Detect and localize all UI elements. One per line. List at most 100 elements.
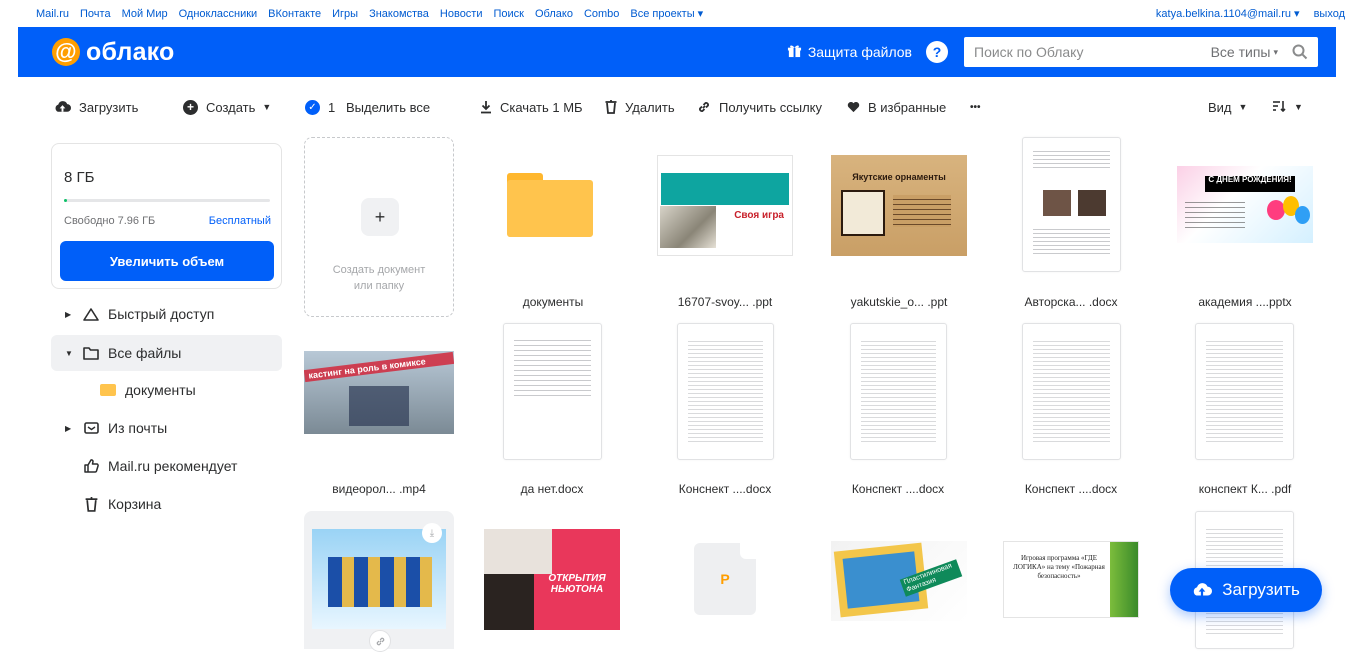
- more-actions-button[interactable]: •••: [970, 94, 981, 120]
- file-thumbnail[interactable]: Игровая программа «ГДЕ ЛОГИКА» на тему «…: [1003, 541, 1139, 618]
- portal-link-all-projects[interactable]: Все проекты ▾: [630, 7, 703, 20]
- file-name: yakutskie_o... .ppt: [850, 295, 948, 309]
- storage-usage-bar: [64, 199, 270, 202]
- portal-link-moy-mir[interactable]: Мой Мир: [122, 8, 168, 20]
- file-thumbnail[interactable]: [1195, 323, 1294, 460]
- file-types-label: Все типы: [1210, 44, 1271, 60]
- slide-photo: [660, 206, 716, 248]
- search-input[interactable]: [964, 37, 1211, 67]
- doc-text-lines: [688, 338, 763, 445]
- folder-icon: [507, 173, 593, 237]
- select-all-button[interactable]: Выделить все: [346, 94, 430, 120]
- search-icon[interactable]: [1288, 44, 1312, 60]
- get-link-button[interactable]: Получить ссылку: [697, 94, 822, 120]
- create-label: Создать: [206, 99, 256, 115]
- file-thumbnail: [312, 529, 446, 629]
- file-thumbnail[interactable]: С ДНЕМ РОЖДЕНИЯ!: [1177, 166, 1313, 243]
- slide-title: С ДНЕМ РОЖДЕНИЯ!: [1205, 176, 1295, 192]
- chevron-down-icon: ▼: [262, 102, 272, 112]
- portal-link-mailru[interactable]: Mail.ru: [36, 8, 69, 20]
- create-document-tile[interactable]: + Создать документ или папку: [304, 137, 454, 317]
- slide-banner: [661, 173, 789, 205]
- create-dropdown[interactable]: + Создать ▼: [183, 94, 271, 120]
- sidebar-item-from-mail[interactable]: ▶ Из почты: [51, 410, 282, 446]
- slide-photo: [484, 529, 552, 574]
- download-button[interactable]: Скачать 1 МБ: [480, 94, 583, 120]
- file-name: Авторска... .docx: [1024, 295, 1118, 309]
- file-thumbnail[interactable]: Пластилиновая Фантазия: [831, 541, 967, 621]
- cloud-outline-icon: [82, 307, 100, 321]
- view-label: Вид: [1208, 99, 1232, 115]
- expand-arrow-icon: ▶: [65, 309, 72, 319]
- portal-link-combo[interactable]: Combo: [584, 8, 619, 20]
- portal-link-poisk[interactable]: Поиск: [494, 8, 524, 20]
- heart-icon: [847, 101, 860, 113]
- file-thumbnail[interactable]: [677, 323, 774, 460]
- video-thumbnail[interactable]: кастинг на роль в комиксе: [304, 351, 454, 434]
- doc-text-lines: [1033, 226, 1110, 256]
- selected-file-tile[interactable]: ⤓: [304, 511, 454, 652]
- file-thumbnail[interactable]: [503, 323, 602, 460]
- sidebar-item-quick-access[interactable]: ▶ Быстрый доступ: [51, 296, 282, 332]
- cloud-logo[interactable]: @ облако: [52, 38, 175, 67]
- portal-link-igry[interactable]: Игры: [332, 8, 358, 20]
- create-document-label: Создать документ или папку: [332, 264, 426, 292]
- sidebar-item-label: Mail.ru рекомендует: [108, 458, 238, 474]
- add-to-favorites-button[interactable]: В избранные: [847, 94, 946, 120]
- file-thumbnail[interactable]: ОТКРЫТИЯ НЬЮТОНА: [484, 529, 620, 630]
- slide-text-lines: [1185, 198, 1245, 228]
- file-thumbnail[interactable]: [1022, 323, 1121, 460]
- folder-thumbnail[interactable]: [470, 155, 630, 255]
- doc-text-lines: [861, 338, 936, 445]
- portal-link-znakomstva[interactable]: Знакомства: [369, 8, 429, 20]
- file-types-dropdown[interactable]: Все типы ▾: [1211, 44, 1278, 60]
- logout-link[interactable]: выход: [1314, 8, 1345, 20]
- chevron-down-icon: ▼: [1294, 102, 1303, 112]
- sort-icon: [1273, 100, 1287, 115]
- file-thumbnail[interactable]: Якутские орнаменты: [831, 155, 967, 256]
- user-account-menu[interactable]: katya.belkina.1104@mail.ru ▾: [1156, 7, 1300, 20]
- portal-link-novosti[interactable]: Новости: [440, 8, 483, 20]
- sidebar-item-recommends[interactable]: Mail.ru рекомендует: [51, 448, 282, 484]
- chevron-down-icon: ▾: [1273, 46, 1278, 57]
- upload-button[interactable]: Загрузить: [54, 94, 138, 120]
- app-header: @ облако Защита файлов ? Все типы ▾: [18, 27, 1336, 77]
- portal-link-oblako[interactable]: Облако: [535, 8, 573, 20]
- selection-counter[interactable]: ✓ 1: [305, 94, 335, 120]
- gift-icon: [787, 43, 802, 62]
- sidebar-item-documents[interactable]: документы: [51, 372, 282, 408]
- file-thumbnail[interactable]: [1022, 137, 1121, 272]
- sidebar-item-all-files[interactable]: ▼ Все файлы: [51, 335, 282, 371]
- slide-text-lines: [893, 195, 951, 227]
- doc-text-lines: [514, 336, 591, 396]
- select-all-label: Выделить все: [346, 99, 431, 115]
- file-thumbnail[interactable]: Своя игра: [657, 155, 793, 256]
- slide-title: Своя игра: [734, 210, 784, 221]
- delete-button[interactable]: Удалить: [605, 94, 675, 120]
- floating-upload-button[interactable]: Загрузить: [1170, 568, 1322, 612]
- sidebar-item-trash[interactable]: Корзина: [51, 486, 282, 522]
- upload-label: Загрузить: [79, 99, 139, 115]
- cloud-upload-icon: [54, 100, 71, 114]
- portal-link-vkontakte[interactable]: ВКонтакте: [268, 8, 321, 20]
- file-thumbnail[interactable]: P: [694, 543, 756, 615]
- product-image: [328, 557, 432, 607]
- video-title: кастинг на роль в комиксе: [304, 351, 454, 383]
- folder-icon: [99, 384, 117, 396]
- sort-dropdown[interactable]: ▼: [1273, 94, 1303, 120]
- download-icon[interactable]: ⤓: [422, 523, 442, 543]
- file-protection-button[interactable]: Защита файлов: [787, 43, 912, 62]
- folder-outline-icon: [82, 346, 100, 360]
- portal-link-odnoklassniki[interactable]: Одноклассники: [179, 8, 258, 20]
- file-name: 16707-svoy... .ppt: [677, 295, 773, 309]
- storage-plan-link[interactable]: Бесплатный: [209, 215, 271, 227]
- doc-text-lines: [1033, 148, 1110, 168]
- file-name: академия ....pptx: [1198, 295, 1292, 309]
- view-dropdown[interactable]: Вид ▼: [1208, 94, 1247, 120]
- doc-photo: [1043, 190, 1071, 216]
- file-name: Конспект ....docx: [851, 482, 945, 496]
- upgrade-storage-button[interactable]: Увеличить объем: [60, 241, 274, 281]
- help-button[interactable]: ?: [926, 41, 948, 63]
- portal-link-pochta[interactable]: Почта: [80, 8, 111, 20]
- file-thumbnail[interactable]: [850, 323, 947, 460]
